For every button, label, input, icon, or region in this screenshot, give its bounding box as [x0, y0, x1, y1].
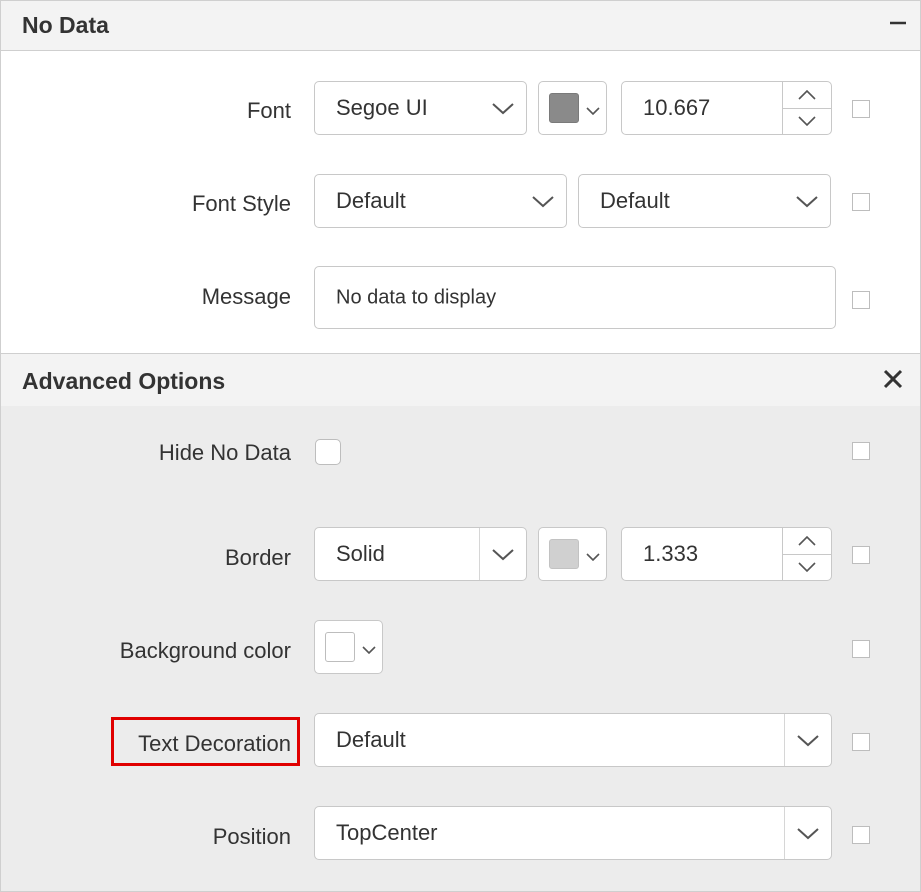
font-color-picker[interactable] — [538, 81, 607, 135]
border-label: Border — [224, 545, 291, 570]
border-style-dropdown[interactable]: Solid — [314, 527, 527, 581]
text-decoration-dropdown[interactable]: Default — [314, 713, 832, 767]
font-override-checkbox[interactable] — [852, 100, 870, 118]
position-value: TopCenter — [336, 820, 438, 845]
chevron-down-icon — [586, 541, 600, 567]
properties-panel: No Data Font Segoe UI 10.667 Font Style … — [0, 0, 921, 892]
position-dropdown[interactable]: TopCenter — [314, 806, 832, 860]
font-color-swatch — [549, 93, 579, 123]
message-label: Message — [201, 284, 291, 309]
advanced-options-body: Hide No Data Border Solid 1.333 Backgrou… — [1, 406, 920, 891]
chevron-down-icon — [492, 541, 514, 567]
hide-no-data-label: Hide No Data — [158, 440, 291, 465]
chevron-down-icon — [586, 95, 600, 121]
text-decoration-override-checkbox[interactable] — [852, 733, 870, 751]
background-color-picker[interactable] — [314, 620, 383, 674]
border-color-swatch — [549, 539, 579, 569]
divider — [784, 807, 785, 859]
font-label: Font — [246, 98, 291, 123]
background-color-label: Background color — [119, 638, 291, 663]
position-override-checkbox[interactable] — [852, 826, 870, 844]
hide-no-data-checkbox[interactable] — [315, 439, 341, 465]
chevron-down-icon — [797, 820, 819, 846]
border-width-numeric[interactable]: 1.333 — [621, 527, 832, 581]
position-label: Position — [212, 824, 291, 849]
chevron-down-icon — [362, 634, 376, 660]
font-family-value: Segoe UI — [336, 95, 428, 120]
close-icon[interactable] — [882, 366, 904, 397]
divider — [479, 528, 480, 580]
chevron-down-icon — [796, 188, 818, 214]
background-color-override-checkbox[interactable] — [852, 640, 870, 658]
font-weight-dropdown[interactable]: Default — [578, 174, 831, 228]
chevron-down-icon — [492, 95, 514, 121]
no-data-body: Font Segoe UI 10.667 Font Style Default … — [1, 51, 920, 353]
advanced-options-header[interactable]: Advanced Options — [1, 353, 920, 407]
no-data-header[interactable]: No Data — [1, 1, 920, 51]
chevron-down-icon — [797, 727, 819, 753]
border-width-spinner — [782, 528, 831, 580]
chevron-down-icon — [532, 188, 554, 214]
font-size-numeric[interactable]: 10.667 — [621, 81, 832, 135]
text-decoration-label: Text Decoration — [138, 731, 291, 756]
font-style-label: Font Style — [191, 191, 291, 216]
spin-up-button[interactable] — [783, 528, 831, 555]
font-style-override-checkbox[interactable] — [852, 193, 870, 211]
font-style-value: Default — [336, 188, 406, 213]
font-family-dropdown[interactable]: Segoe UI — [314, 81, 527, 135]
font-size-spinner — [782, 82, 831, 134]
advanced-options-title: Advanced Options — [22, 368, 226, 394]
text-decoration-value: Default — [336, 727, 406, 752]
background-color-swatch — [325, 632, 355, 662]
spin-down-button[interactable] — [783, 108, 831, 134]
spin-down-button[interactable] — [783, 554, 831, 580]
border-width-value: 1.333 — [643, 541, 699, 566]
border-color-picker[interactable] — [538, 527, 607, 581]
message-input[interactable]: No data to display — [314, 266, 836, 329]
border-style-value: Solid — [336, 541, 385, 566]
hide-no-data-override-checkbox[interactable] — [852, 442, 870, 460]
message-override-checkbox[interactable] — [852, 291, 870, 309]
message-value: No data to display — [336, 286, 497, 308]
minus-icon[interactable] — [888, 7, 908, 38]
font-weight-value: Default — [600, 188, 670, 213]
font-size-value: 10.667 — [643, 95, 711, 120]
border-override-checkbox[interactable] — [852, 546, 870, 564]
divider — [784, 714, 785, 766]
no-data-title: No Data — [22, 12, 109, 38]
font-style-dropdown[interactable]: Default — [314, 174, 567, 228]
spin-up-button[interactable] — [783, 82, 831, 109]
